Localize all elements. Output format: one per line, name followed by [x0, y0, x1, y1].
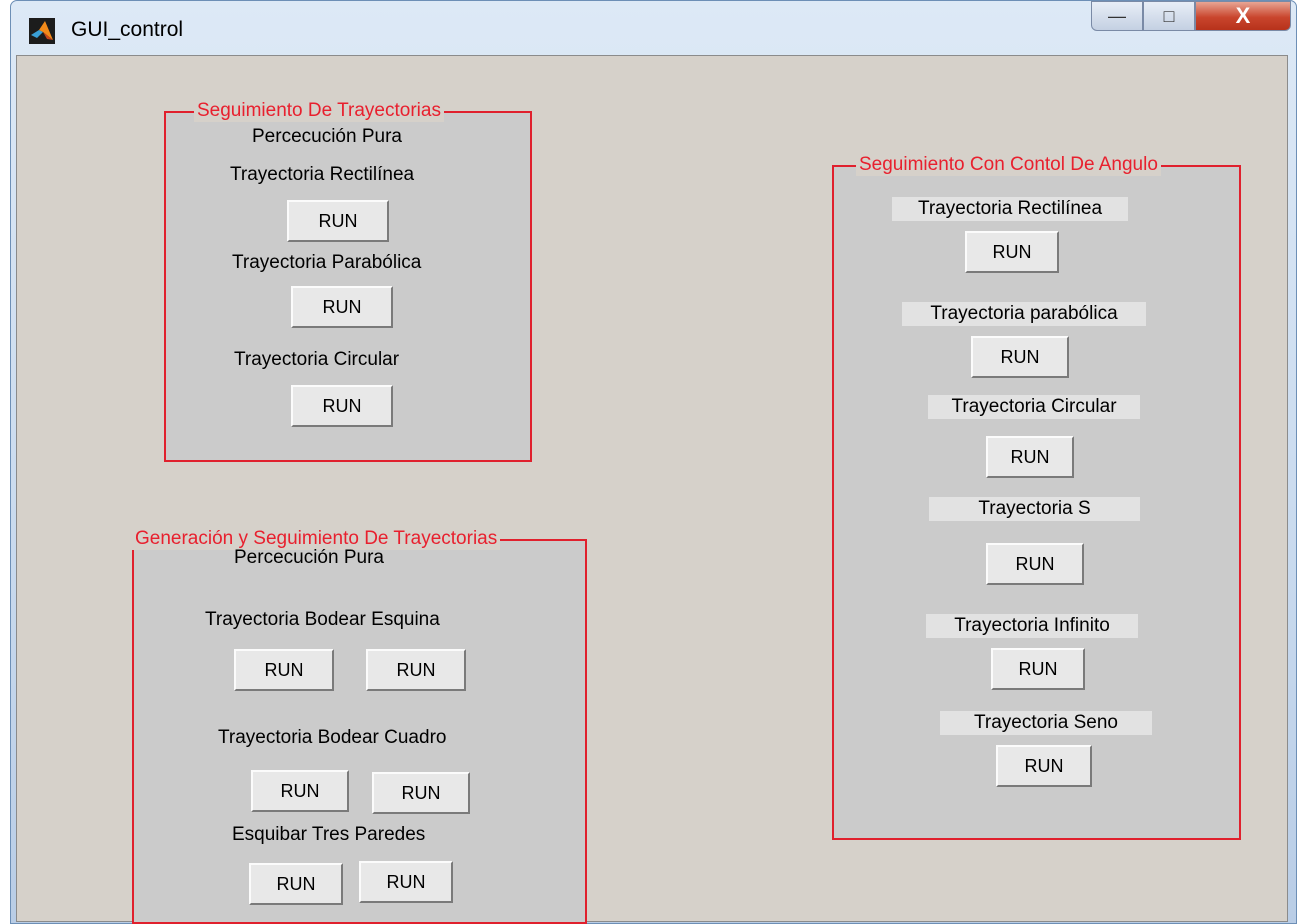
label-rectilinea: Trayectoria Rectilínea [892, 197, 1128, 221]
label-infinito: Trayectoria Infinito [926, 614, 1138, 638]
panel-generacion-seguimiento: Generación y Seguimiento De Trayectorias… [132, 528, 587, 924]
panel-seguimiento-trayectorias: Seguimiento De Trayectorias Percecución … [164, 100, 532, 462]
close-button[interactable]: X [1195, 1, 1291, 31]
run-button-parabolica[interactable]: RUN [971, 336, 1069, 378]
minimize-button[interactable]: — [1091, 1, 1143, 31]
run-button-esquina-1[interactable]: RUN [234, 649, 334, 691]
maximize-button[interactable]: □ [1143, 1, 1195, 31]
label-circular: Trayectoria Circular [234, 349, 400, 370]
label-circular: Trayectoria Circular [928, 395, 1140, 419]
label-bodear-cuadro: Trayectoria Bodear Cuadro [218, 727, 447, 748]
run-button-rectilinea[interactable]: RUN [965, 231, 1059, 273]
label-tres-paredes: Esquibar Tres Paredes [232, 824, 426, 845]
run-button-s[interactable]: RUN [986, 543, 1084, 585]
panel-title: Seguimiento De Trayectorias [194, 100, 444, 122]
panel-control-angulo: Seguimiento Con Contol De Angulo Trayect… [832, 154, 1241, 840]
title-bar[interactable]: GUI_control — □ X [11, 1, 1296, 55]
run-button-parabolica[interactable]: RUN [291, 286, 393, 328]
run-button-circular[interactable]: RUN [291, 385, 393, 427]
label-rectilinea: Trayectoria Rectilínea [230, 164, 415, 185]
window-title: GUI_control [71, 18, 184, 41]
run-button-rectilinea[interactable]: RUN [287, 200, 389, 242]
run-button-esquina-2[interactable]: RUN [366, 649, 466, 691]
run-button-seno[interactable]: RUN [996, 745, 1092, 787]
panel-title: Seguimiento Con Contol De Angulo [856, 154, 1161, 176]
run-button-infinito[interactable]: RUN [991, 648, 1085, 690]
subtitle-label: Percecución Pura [252, 126, 402, 147]
matlab-logo-icon [29, 18, 55, 44]
label-seno: Trayectoria Seno [940, 711, 1152, 735]
figure-client-area: Seguimiento De Trayectorias Percecución … [16, 55, 1288, 924]
subtitle-label: Percecución Pura [234, 547, 384, 568]
run-button-cuadro-2[interactable]: RUN [372, 772, 470, 814]
run-button-cuadro-1[interactable]: RUN [251, 770, 349, 812]
run-button-paredes-1[interactable]: RUN [249, 863, 343, 905]
run-button-paredes-2[interactable]: RUN [359, 861, 453, 903]
label-s: Trayectoria S [929, 497, 1140, 521]
label-parabolica: Trayectoria Parabólica [232, 252, 422, 273]
label-bodear-esquina: Trayectoria Bodear Esquina [205, 609, 440, 630]
run-button-circular[interactable]: RUN [986, 436, 1074, 478]
label-parabolica: Trayectoria parabólica [902, 302, 1146, 326]
